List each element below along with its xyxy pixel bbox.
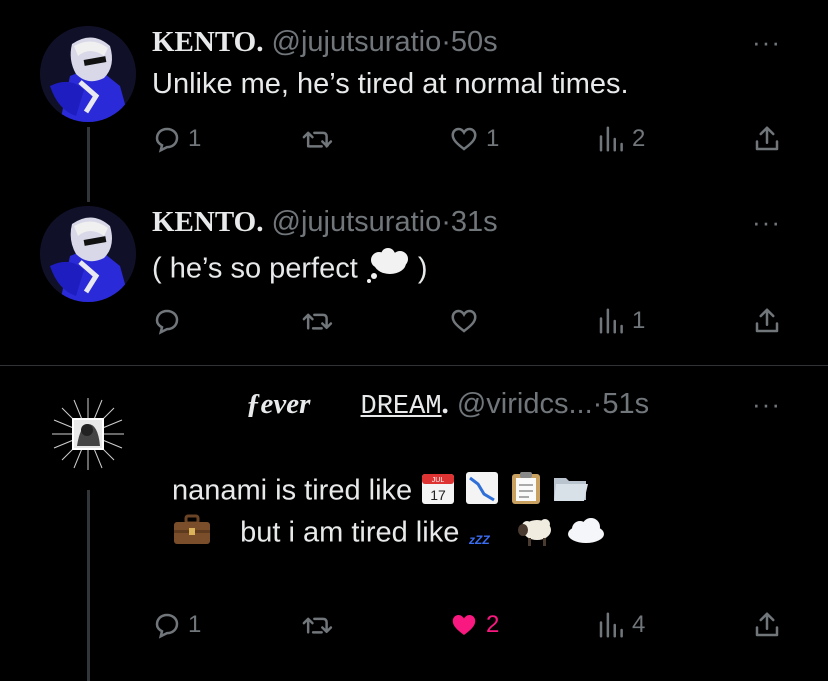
avatar-image	[40, 26, 136, 122]
timestamp[interactable]: 31s	[451, 206, 498, 238]
views-count: 2	[632, 125, 646, 152]
separator-dot: ·	[441, 206, 451, 238]
views-button[interactable]: 4	[596, 610, 645, 640]
thought-balloon-emoji	[366, 248, 410, 292]
text-post: )	[417, 252, 428, 285]
tweet-1[interactable]: KENTO. @jujutsuratio·50s ··· Unlike me, …	[0, 0, 828, 202]
display-name-part2[interactable]: DREAM	[361, 392, 442, 422]
folder-emoji	[552, 470, 590, 514]
like-button[interactable]	[448, 306, 486, 336]
reply-button[interactable]	[152, 306, 188, 336]
thread-line	[87, 490, 90, 681]
like-count: 2	[486, 611, 500, 638]
separator-dot: ·	[592, 388, 603, 420]
display-name[interactable]: KENTO.	[152, 26, 263, 58]
tweet-text: ( he’s so perfect )	[152, 248, 428, 292]
tweet-text-line-2: but i am tired like zZZ	[172, 512, 606, 556]
views-button[interactable]: 1	[596, 306, 645, 336]
tweet-text: Unlike me, he’s tired at normal times.	[152, 68, 629, 100]
share-button[interactable]	[752, 124, 782, 154]
line1-text: nanami is tired like	[172, 474, 413, 507]
heart-icon	[451, 127, 477, 151]
like-count: 1	[486, 125, 500, 152]
calendar-day-text: 17	[430, 487, 446, 503]
reply-icon	[155, 613, 179, 639]
display-name-part3: .	[441, 388, 449, 420]
line2-text: but i am tired like	[240, 516, 460, 549]
sheep-emoji	[515, 512, 555, 556]
tweet-text-line-1: nanami is tired like JUL 17	[172, 470, 590, 514]
more-icon[interactable]: ···	[752, 389, 781, 420]
avatar-image	[40, 386, 136, 482]
views-count: 4	[632, 611, 646, 638]
handle[interactable]: @jujutsuratio	[272, 26, 442, 58]
heart-icon-filled	[452, 615, 476, 635]
avatar[interactable]	[40, 206, 136, 302]
avatar[interactable]	[40, 386, 136, 482]
reply-icon	[155, 127, 179, 153]
views-icon	[599, 612, 623, 638]
avatar[interactable]	[40, 26, 136, 122]
retweet-button[interactable]	[302, 306, 340, 336]
share-icon	[755, 126, 779, 151]
text-pre: ( he’s so perfect	[152, 252, 358, 285]
avatar-image	[40, 206, 136, 302]
reply-button[interactable]: 1	[152, 124, 201, 154]
views-count: 1	[632, 307, 646, 334]
handle[interactable]: @jujutsuratio	[272, 206, 442, 238]
tweet-3[interactable]: ƒever DREAM. @viridcs...·51s ··· nanami …	[0, 366, 828, 681]
like-button[interactable]: 2	[448, 610, 499, 640]
retweet-icon	[302, 617, 333, 634]
retweet-button[interactable]	[302, 610, 340, 640]
zzz-emoji: zZZ	[467, 512, 507, 556]
more-icon[interactable]: ···	[752, 27, 781, 58]
calendar-month-text: JUL	[432, 477, 445, 484]
clipboard-emoji	[508, 470, 544, 514]
views-icon	[599, 126, 623, 152]
reply-count: 1	[188, 125, 202, 152]
share-icon	[755, 308, 779, 333]
more-icon[interactable]: ···	[752, 207, 781, 238]
share-icon	[755, 612, 779, 637]
tweet-2[interactable]: KENTO. @jujutsuratio·31s ··· ( he’s so p…	[0, 190, 828, 365]
retweet-icon	[302, 313, 333, 330]
retweet-button[interactable]	[302, 124, 340, 154]
separator-dot: ·	[441, 26, 451, 58]
tweet-header: KENTO. @jujutsuratio·31s	[152, 206, 498, 239]
views-button[interactable]: 2	[596, 124, 645, 154]
retweet-icon	[302, 131, 333, 148]
display-name-part1[interactable]: ƒever	[246, 388, 310, 420]
views-icon	[599, 308, 623, 334]
cloud-emoji	[564, 512, 606, 556]
reply-count: 1	[188, 611, 202, 638]
share-button[interactable]	[752, 610, 782, 640]
timestamp[interactable]: 51s	[602, 388, 649, 420]
share-button[interactable]	[752, 306, 782, 336]
reply-button[interactable]: 1	[152, 610, 201, 640]
tweet-header: KENTO. @jujutsuratio·50s	[152, 26, 498, 59]
calendar-emoji: JUL 17	[420, 470, 456, 514]
chart-down-emoji	[464, 470, 500, 514]
timestamp[interactable]: 50s	[451, 26, 498, 58]
tweet-header: ƒever DREAM. @viridcs...·51s	[246, 388, 649, 422]
like-button[interactable]: 1	[448, 124, 499, 154]
reply-icon	[155, 309, 179, 335]
heart-icon	[451, 309, 477, 333]
handle[interactable]: @viridcs...	[457, 388, 593, 420]
display-name[interactable]: KENTO.	[152, 206, 263, 238]
briefcase-emoji	[172, 512, 212, 556]
zzz-text: zZZ	[468, 533, 490, 547]
